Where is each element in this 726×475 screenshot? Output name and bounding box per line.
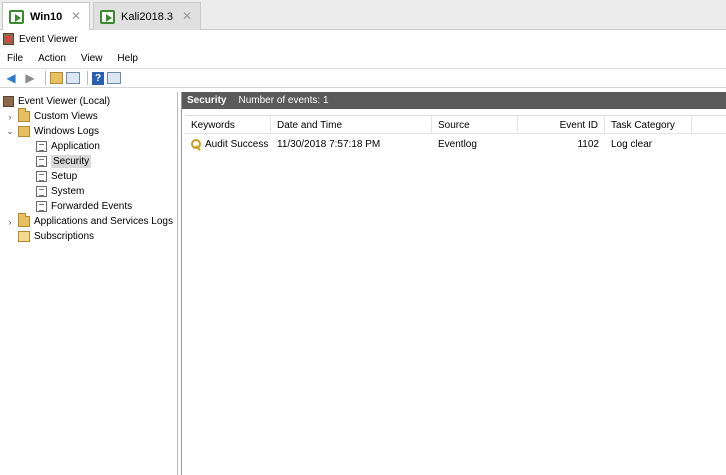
tree-node-root[interactable]: Event Viewer (Local)	[3, 94, 110, 109]
event-viewer-window: Event Viewer File Action View Help ◀ ▶ ?…	[0, 30, 726, 475]
event-viewer-icon	[3, 33, 14, 45]
cell-source: Eventlog	[438, 138, 477, 150]
up-folder-icon[interactable]	[50, 72, 63, 84]
vm-tab-win10[interactable]: Win10 ✕	[2, 2, 90, 30]
tree-label: Application	[51, 141, 100, 152]
cell-date-time: 11/30/2018 7:57:18 PM	[277, 138, 381, 150]
event-count: Number of events: 1	[238, 95, 329, 106]
tree-node-app-services-logs[interactable]: › Applications and Services Logs	[6, 213, 173, 229]
tree-label: Setup	[51, 171, 78, 182]
column-header-source[interactable]: Source	[432, 116, 518, 134]
tree-label: Security	[51, 155, 92, 168]
action-pane-icon[interactable]	[107, 72, 121, 84]
cell-keywords-text: Audit Success	[205, 138, 269, 150]
events-table: Keywords Date and Time Source Event ID T…	[185, 115, 726, 475]
cell-keywords: Audit Success	[185, 136, 271, 152]
log-icon	[36, 186, 47, 197]
menu-action[interactable]: Action	[31, 53, 74, 64]
toolbar-separator	[45, 71, 46, 85]
menu-view[interactable]: View	[74, 53, 111, 64]
back-arrow-icon[interactable]: ◀	[3, 70, 19, 86]
events-pane: Security Number of events: 1 Keywords Da…	[181, 92, 726, 475]
tree-label: System	[51, 186, 85, 197]
tree-node-subscriptions[interactable]: Subscriptions	[18, 229, 94, 244]
cell-task-category: Log clear	[611, 138, 653, 150]
tree-node-custom-views[interactable]: › Custom Views	[6, 108, 98, 124]
chevron-down-icon[interactable]: ⌄	[6, 126, 14, 137]
menu-bar: File Action View Help	[0, 50, 726, 66]
vm-tab-kali[interactable]: Kali2018.3 ✕	[93, 2, 201, 30]
folder-icon	[18, 108, 30, 122]
tree-node-system[interactable]: System	[36, 184, 84, 199]
log-icon	[36, 201, 47, 212]
chevron-right-icon[interactable]: ›	[6, 112, 14, 122]
title-bar: Event Viewer	[0, 30, 726, 48]
tree-label: Forwarded Events	[51, 201, 133, 212]
folder-icon	[18, 213, 30, 227]
log-icon	[36, 156, 47, 167]
key-icon	[191, 138, 202, 150]
cell-event-id: 1102	[577, 138, 599, 150]
tree-node-application[interactable]: Application	[36, 139, 100, 154]
log-icon	[36, 141, 47, 152]
vm-tab-label: Kali2018.3	[121, 10, 173, 23]
toolbar-separator	[87, 71, 88, 85]
table-header: Keywords Date and Time Source Event ID T…	[185, 116, 726, 134]
tree-label: Applications and Services Logs	[34, 216, 173, 227]
vm-tab-label: Win10	[30, 10, 63, 23]
help-icon[interactable]: ?	[92, 71, 104, 85]
window-title: Event Viewer	[19, 33, 78, 45]
vm-icon	[100, 9, 115, 24]
show-hide-tree-icon[interactable]	[66, 72, 80, 84]
pane-title: Security	[187, 95, 227, 106]
forward-arrow-icon[interactable]: ▶	[22, 70, 38, 86]
pane-header: Security Number of events: 1	[182, 92, 726, 109]
tree-label: Subscriptions	[34, 231, 95, 242]
table-row[interactable]: Audit Success 11/30/2018 7:57:18 PM Even…	[185, 136, 726, 152]
tree-label: Event Viewer (Local)	[18, 96, 111, 107]
column-header-date-time[interactable]: Date and Time	[271, 116, 432, 134]
tree-label: Windows Logs	[34, 126, 100, 137]
tree-node-forwarded-events[interactable]: Forwarded Events	[36, 199, 132, 214]
event-viewer-icon	[3, 96, 14, 107]
console-tree: Event Viewer (Local) › Custom Views ⌄ Wi…	[0, 92, 178, 475]
close-icon[interactable]: ✕	[182, 9, 192, 23]
vm-icon	[9, 9, 24, 24]
column-header-keywords[interactable]: Keywords	[185, 116, 271, 134]
chevron-right-icon[interactable]: ›	[6, 217, 14, 227]
menu-file[interactable]: File	[0, 53, 31, 64]
subscriptions-icon	[18, 231, 30, 242]
tree-label: Custom Views	[34, 111, 98, 122]
tree-node-windows-logs[interactable]: ⌄ Windows Logs	[6, 124, 99, 139]
close-icon[interactable]: ✕	[71, 9, 81, 23]
toolbar: ◀ ▶ ?	[0, 68, 726, 88]
folder-icon	[18, 126, 30, 137]
tree-node-setup[interactable]: Setup	[36, 169, 77, 184]
tree-node-security[interactable]: Security	[36, 154, 92, 169]
log-icon	[36, 171, 47, 182]
watermark: TOSINSO.COM	[22, 446, 120, 461]
vm-tab-strip: Win10 ✕ Kali2018.3 ✕	[0, 0, 726, 30]
column-header-event-id[interactable]: Event ID	[518, 116, 605, 134]
column-header-task-category[interactable]: Task Category	[605, 116, 692, 134]
menu-help[interactable]: Help	[110, 53, 146, 64]
